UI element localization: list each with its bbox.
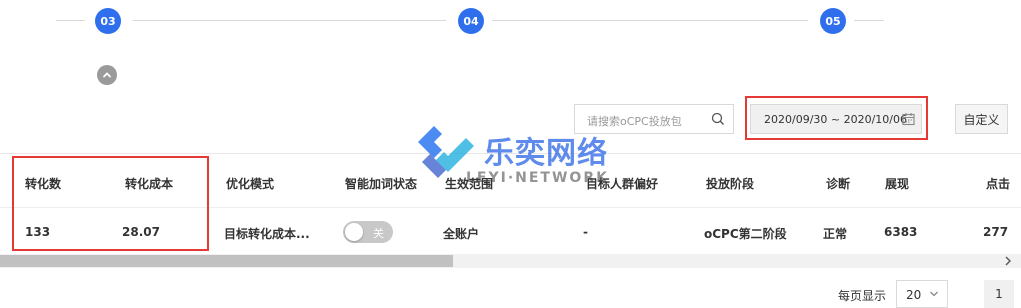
cell-scope: 全账户 (443, 227, 480, 241)
scrollbar-thumb[interactable] (0, 255, 453, 267)
cell-audience-pref: - (583, 225, 588, 239)
per-page-value: 20 (906, 288, 922, 302)
toggle-knob (345, 223, 363, 241)
step-05[interactable]: 05 (820, 8, 846, 34)
search-icon[interactable] (711, 112, 725, 126)
per-page-label: 每页显示 (838, 289, 887, 303)
step-04[interactable]: 04 (458, 8, 484, 34)
step-connector (492, 20, 808, 21)
watermark-en: LEYI·NETWORK (466, 170, 609, 186)
per-page-select[interactable]: 20 (896, 280, 948, 308)
watermark-cn: 乐奕网络 (484, 136, 608, 171)
step-03[interactable]: 03 (95, 8, 121, 34)
chevron-down-icon (930, 291, 938, 297)
custom-columns-button[interactable]: 自定义 (955, 104, 1008, 134)
th-smart-keyword[interactable]: 智能加词状态 (345, 175, 417, 192)
cell-optimize-mode[interactable]: 目标转化成本... (224, 225, 310, 242)
step-connector (854, 20, 884, 21)
smart-keyword-toggle[interactable]: 关 (343, 221, 393, 243)
th-clicks[interactable]: 点击 (986, 175, 1010, 192)
chevron-right-icon[interactable] (1003, 255, 1013, 267)
cell-impressions: 6383 (884, 225, 918, 239)
th-stage[interactable]: 投放阶段 (706, 175, 754, 192)
th-impressions[interactable]: 展现 (885, 175, 909, 192)
th-optimize-mode[interactable]: 优化模式 (226, 175, 274, 192)
date-highlight-box (745, 96, 928, 140)
th-diagnosis[interactable]: 诊断 (826, 175, 850, 192)
chevron-up-icon (103, 72, 111, 78)
conversion-highlight-box (12, 156, 209, 251)
toggle-label: 关 (373, 227, 384, 240)
cell-diagnosis[interactable]: 正常 (823, 225, 847, 242)
step-connector (56, 20, 85, 21)
page-number[interactable]: 1 (984, 280, 1014, 308)
cell-clicks: 277 (983, 225, 1009, 239)
collapse-button[interactable] (97, 65, 117, 85)
step-connector (133, 20, 446, 21)
cell-stage: oCPC第二阶段 (704, 227, 787, 241)
